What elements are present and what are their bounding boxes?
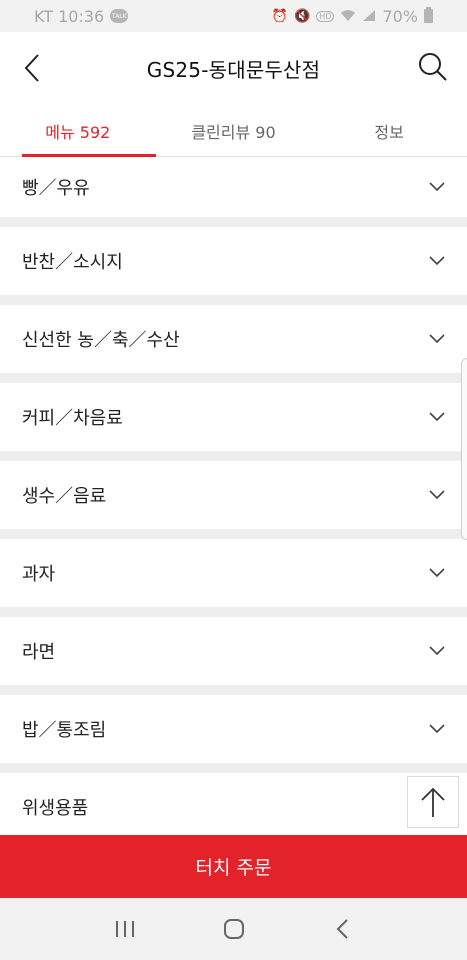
tab-bar: 메뉴 592 클린리뷰 90 정보 xyxy=(0,104,467,158)
category-label: 빵／우유 xyxy=(22,178,90,199)
divider xyxy=(0,607,467,617)
category-row-water-drink[interactable]: 생수／음료 xyxy=(0,461,467,529)
chevron-down-icon xyxy=(429,182,445,192)
category-row-snacks[interactable]: 과자 xyxy=(0,539,467,607)
status-left: KT 10:36 TALK xyxy=(34,6,129,26)
chevron-down-icon xyxy=(429,724,445,734)
category-row-coffee-tea[interactable]: 커피／차음료 xyxy=(0,383,467,451)
category-label: 커피／차음료 xyxy=(22,408,123,429)
nav-back-button[interactable] xyxy=(323,909,363,949)
wifi-icon xyxy=(340,7,356,26)
category-row-rice-canned[interactable]: 밥／통조림 xyxy=(0,695,467,763)
carrier-time: KT 10:36 xyxy=(34,6,105,26)
mute-icon: 🔇 xyxy=(294,8,311,24)
category-label: 라면 xyxy=(22,642,56,663)
divider xyxy=(0,295,467,305)
tab-clean-review[interactable]: 클린리뷰 90 xyxy=(156,104,312,157)
category-row-fresh[interactable]: 신선한 농／축／수산 xyxy=(0,305,467,373)
tab-info-label: 정보 xyxy=(374,122,404,142)
search-button[interactable] xyxy=(417,50,449,86)
divider xyxy=(0,217,467,227)
chevron-left-icon xyxy=(24,54,39,82)
battery-icon xyxy=(424,7,433,23)
category-row-bread-milk[interactable]: 빵／우유 xyxy=(0,157,467,217)
chevron-down-icon xyxy=(429,334,445,344)
app-screen: KT 10:36 TALK ⏰ 🔇 HD 70% GS25-동대문두산점 메뉴 … xyxy=(0,0,467,960)
tab-clean-review-label: 클린리뷰 90 xyxy=(191,122,276,142)
category-label: 반찬／소시지 xyxy=(22,252,123,273)
tab-info[interactable]: 정보 xyxy=(311,104,467,157)
divider xyxy=(0,529,467,539)
app-header: GS25-동대문두산점 xyxy=(0,32,467,104)
back-button[interactable] xyxy=(18,50,50,86)
tab-menu-label: 메뉴 592 xyxy=(45,122,111,142)
hd-icon: HD xyxy=(316,10,335,22)
tab-menu[interactable]: 메뉴 592 xyxy=(0,104,156,158)
category-label: 생수／음료 xyxy=(22,486,107,507)
arrow-up-icon xyxy=(421,787,445,817)
chevron-down-icon xyxy=(429,490,445,500)
home-button[interactable] xyxy=(214,909,254,949)
battery-percent: 70% xyxy=(382,6,418,26)
status-bar: KT 10:36 TALK ⏰ 🔇 HD 70% xyxy=(0,0,467,32)
chevron-down-icon xyxy=(429,412,445,422)
chat-notification-icon: TALK xyxy=(110,9,129,23)
system-nav-bar xyxy=(0,898,467,960)
divider xyxy=(0,451,467,461)
recent-apps-icon xyxy=(115,921,134,937)
chat-icon-label: TALK xyxy=(111,13,127,20)
scroll-to-top-button[interactable] xyxy=(407,776,459,828)
status-right: ⏰ 🔇 HD 70% xyxy=(272,7,433,26)
category-label: 밥／통조림 xyxy=(22,720,107,741)
scroll-handle[interactable] xyxy=(461,358,467,540)
back-icon xyxy=(336,919,348,939)
chevron-down-icon xyxy=(429,256,445,266)
touch-order-label: 터치 주문 xyxy=(195,857,272,879)
chevron-down-icon xyxy=(429,646,445,656)
category-label: 위생용품 xyxy=(22,798,89,819)
divider xyxy=(0,685,467,695)
home-icon xyxy=(223,919,244,939)
category-label: 신선한 농／축／수산 xyxy=(22,330,180,351)
page-title: GS25-동대문두산점 xyxy=(146,57,321,82)
alarm-icon: ⏰ xyxy=(271,8,289,24)
category-row-hygiene[interactable]: 위생용품 xyxy=(0,773,467,841)
category-row-side-dish[interactable]: 반찬／소시지 xyxy=(0,227,467,295)
category-label: 과자 xyxy=(22,564,56,585)
search-icon xyxy=(419,53,447,81)
divider xyxy=(0,373,467,383)
recent-apps-button[interactable] xyxy=(105,909,145,949)
chevron-down-icon xyxy=(429,568,445,578)
signal-icon xyxy=(362,7,376,26)
category-row-ramen[interactable]: 라면 xyxy=(0,617,467,685)
category-list: 빵／우유 반찬／소시지 신선한 농／축／수산 커피／차음료 생수／음료 과자 라… xyxy=(0,157,467,841)
touch-order-button[interactable]: 터치 주문 xyxy=(0,835,467,898)
divider xyxy=(0,763,467,773)
